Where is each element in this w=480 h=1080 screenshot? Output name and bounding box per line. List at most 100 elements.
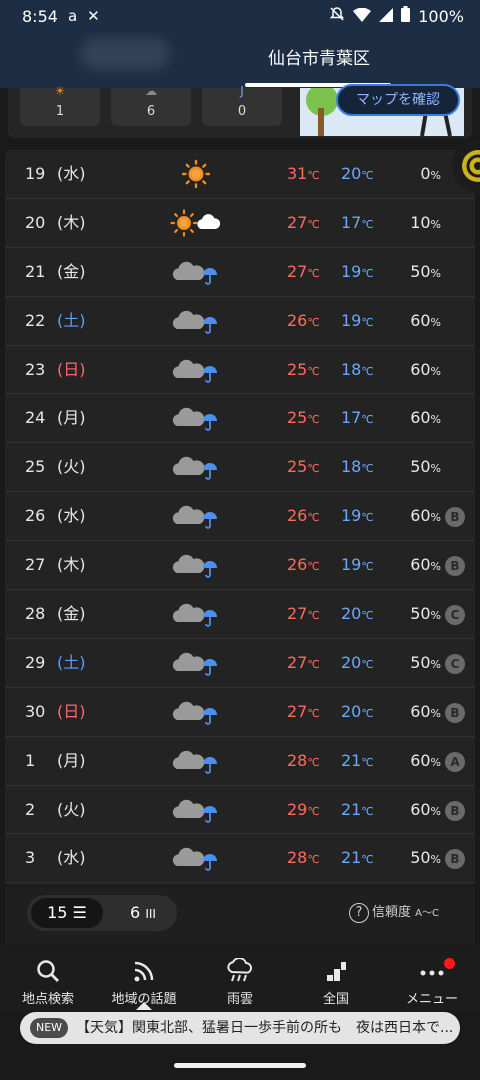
status-bar: 8:54 a ✕ 100% — [0, 0, 480, 32]
forecast-list: 19 (水) 31℃ 20℃ 0% 20 (木) 27℃ 17℃ 10% 21 (金) 27℃ 19℃ 50… — [5, 150, 475, 885]
forecast-precip-chance: 50% — [410, 652, 441, 672]
reliability-badge: B — [445, 800, 465, 821]
forecast-high-temp: 28℃ — [287, 848, 320, 868]
forecast-high-temp: 27℃ — [287, 261, 320, 281]
amazon-icon: a — [67, 7, 78, 25]
forecast-high-temp: 27℃ — [287, 604, 320, 624]
forecast-high-temp: 25℃ — [287, 408, 320, 428]
forecast-precip-chance: 50% — [410, 604, 441, 624]
forecast-date: 23 — [25, 359, 46, 379]
forecast-row[interactable]: 29 (土) 27℃ 20℃ 50% C — [5, 639, 475, 688]
forecast-precip-chance: 50% — [410, 457, 441, 477]
reliability-badge: B — [445, 702, 465, 723]
ticker-text: 【天気】関東北部、猛暑日一歩手前の所も 夜は西日本で... — [76, 1020, 454, 1036]
toggle-6-days[interactable]: 6 ⅠⅠⅠ — [113, 898, 173, 928]
forecast-date: 3 — [25, 848, 36, 868]
forecast-low-temp: 19℃ — [341, 555, 374, 575]
forecast-precip-chance: 60% — [410, 408, 441, 428]
home-indicator[interactable] — [174, 1063, 306, 1068]
forecast-weekday: (木) — [57, 212, 86, 232]
mini-stat-2: ☁ 6 — [111, 84, 191, 126]
reliability-badge: C — [445, 605, 465, 626]
forecast-low-temp: 20℃ — [341, 652, 374, 672]
forecast-weekday: (月) — [57, 750, 86, 770]
forecast-precip-chance: 50% — [410, 848, 441, 868]
forecast-row[interactable]: 19 (水) 31℃ 20℃ 0% — [5, 150, 475, 199]
forecast-low-temp: 20℃ — [341, 701, 374, 721]
forecast-row[interactable]: 28 (金) 27℃ 20℃ 50% C — [5, 590, 475, 639]
forecast-precip-chance: 0% — [420, 164, 441, 183]
nav-rain-clouds[interactable]: 雨雲 — [192, 948, 288, 1010]
forecast-weekday: (月) — [57, 408, 86, 428]
sunny-then-cloudy-icon — [165, 199, 227, 247]
rss-icon — [96, 958, 192, 984]
map-check-button[interactable]: マップを確認 — [336, 84, 460, 116]
forecast-high-temp: 26℃ — [287, 506, 320, 526]
floating-side-button[interactable] — [452, 140, 480, 192]
bottom-navigation: 地点検索 地域の話題 雨雲 全国 メニュー — [0, 948, 480, 1010]
reliability-badge: A — [445, 751, 465, 772]
sunny-icon — [165, 150, 227, 198]
forecast-precip-chance: 10% — [410, 212, 441, 232]
wifi-icon — [353, 7, 372, 26]
nav-nationwide[interactable]: 全国 — [288, 948, 384, 1010]
cloudy-with-rain-icon — [165, 443, 227, 491]
mini-stat-3: J 0 — [202, 84, 282, 126]
cloudy-with-rain-icon — [165, 639, 227, 687]
app-header: 8:54 a ✕ 100% 仙台市青葉区 — [0, 0, 480, 88]
forecast-row[interactable]: 2 (火) 29℃ 21℃ 60% B — [5, 786, 475, 835]
forecast-low-temp: 19℃ — [341, 261, 374, 281]
page-title[interactable]: 仙台市青葉区 — [0, 44, 480, 69]
reliability-badge: B — [445, 849, 465, 870]
forecast-row[interactable]: 1 (月) 28℃ 21℃ 60% A — [5, 737, 475, 786]
new-badge: NEW — [30, 1018, 69, 1038]
forecast-row[interactable]: 21 (金) 27℃ 19℃ 50% — [5, 248, 475, 297]
cloudy-with-rain-icon — [165, 541, 227, 589]
list-icon: ☰ — [72, 903, 87, 922]
rain-cloud-icon — [192, 957, 288, 984]
forecast-row[interactable]: 22 (土) 26℃ 19℃ 60% — [5, 297, 475, 346]
forecast-high-temp: 26℃ — [287, 555, 320, 575]
forecast-row[interactable]: 24 (月) 25℃ 17℃ 60% — [5, 394, 475, 444]
toggle-15-days[interactable]: 15 ☰ — [31, 898, 103, 928]
forecast-date: 19 — [25, 164, 46, 183]
forecast-precip-chance: 50% — [410, 261, 441, 281]
forecast-weekday: (日) — [57, 701, 86, 721]
forecast-weekday: (水) — [57, 164, 86, 183]
forecast-row[interactable]: 30 (日) 27℃ 20℃ 60% B — [5, 688, 475, 737]
signal-icon — [379, 7, 394, 26]
forecast-weekday: (金) — [57, 261, 86, 281]
status-time: 8:54 — [22, 6, 58, 26]
forecast-row[interactable]: 27 (木) 26℃ 19℃ 60% B — [5, 541, 475, 591]
news-ticker[interactable]: NEW 【天気】関東北部、猛暑日一歩手前の所も 夜は西日本で... — [20, 1012, 460, 1044]
forecast-low-temp: 19℃ — [341, 506, 374, 526]
forecast-precip-chance: 60% — [410, 701, 441, 721]
forecast-high-temp: 27℃ — [287, 652, 320, 672]
reliability-help[interactable]: ? 信頼度 A〜C — [349, 901, 439, 923]
battery-percent: 100% — [418, 6, 464, 26]
dots-icon — [384, 958, 480, 984]
forecast-weekday: (金) — [57, 604, 86, 624]
cloudy-with-rain-icon — [165, 786, 227, 834]
forecast-row[interactable]: 26 (水) 26℃ 19℃ 60% B — [5, 492, 475, 542]
mini-stat-1: ☀ 1 — [20, 84, 100, 126]
forecast-row[interactable]: 25 (火) 25℃ 18℃ 50% — [5, 443, 475, 493]
sun-small-icon: ☀ — [54, 84, 66, 98]
forecast-low-temp: 21℃ — [341, 799, 374, 819]
forecast-row[interactable]: 3 (水) 28℃ 21℃ 50% B — [5, 834, 475, 884]
forecast-date: 20 — [25, 212, 46, 232]
forecast-low-temp: 21℃ — [341, 750, 374, 770]
nav-location-search[interactable]: 地点検索 — [0, 948, 96, 1010]
reliability-badge: B — [445, 507, 465, 528]
forecast-weekday: (土) — [57, 652, 86, 672]
cloudy-with-rain-icon — [165, 297, 227, 345]
cloudy-with-rain-icon — [165, 688, 227, 736]
forecast-high-temp: 26℃ — [287, 310, 320, 330]
forecast-row[interactable]: 23 (日) 25℃ 18℃ 60% — [5, 346, 475, 395]
forecast-date: 25 — [25, 457, 46, 477]
nav-menu[interactable]: メニュー — [384, 948, 480, 1010]
nav-local-topics[interactable]: 地域の話題 — [96, 948, 192, 1010]
cloudy-with-rain-icon — [165, 590, 227, 638]
help-icon: ? — [349, 903, 369, 923]
forecast-row[interactable]: 20 (木) 27℃ 17℃ 10% — [5, 199, 475, 248]
